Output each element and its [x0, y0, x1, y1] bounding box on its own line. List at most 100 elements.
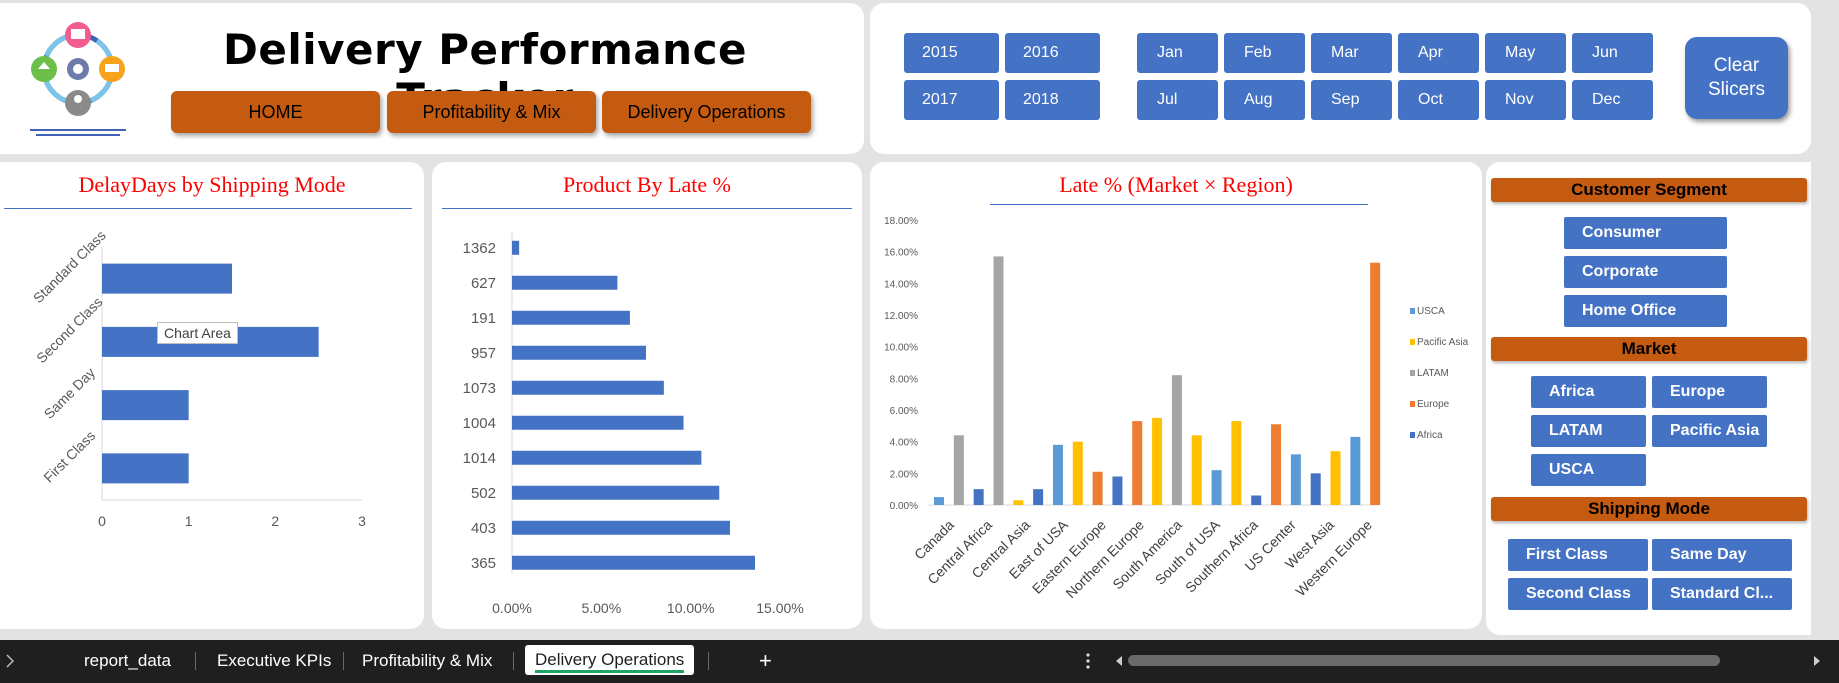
segment-corporate-button[interactable]: Corporate — [1564, 256, 1727, 288]
year-2015-button[interactable]: 2015 — [904, 33, 999, 73]
bar — [1092, 471, 1103, 505]
category-label: 1362 — [463, 240, 496, 257]
tick-label: 10.00% — [884, 343, 918, 354]
delay-days-chart: Standard ClassSecond ClassSame DayFirst … — [30, 227, 366, 529]
tick-label: 5.00% — [581, 600, 621, 616]
ship-second-class-button[interactable]: Second Class — [1508, 578, 1648, 610]
scroll-left-icon[interactable] — [1114, 655, 1124, 667]
market-pacific-asia-button[interactable]: Pacific Asia — [1652, 415, 1767, 447]
month-jan-button[interactable]: Jan — [1137, 33, 1218, 73]
title-panel: Delivery Performance Tracker HOME Profit… — [0, 3, 864, 154]
product-late-chart-card: Product By Late % 1362 627 191 957 1073 1004 1… — [432, 162, 862, 629]
bar — [953, 435, 964, 505]
tab-executive-kpis[interactable]: Executive KPIs — [217, 648, 331, 674]
market-header: Market — [1491, 337, 1807, 361]
category-label: Second Class — [33, 294, 105, 366]
tick-label: 18.00% — [884, 216, 918, 227]
segment-consumer-button[interactable]: Consumer — [1564, 217, 1727, 249]
scroll-right-icon[interactable] — [1812, 655, 1822, 667]
tab-report-data[interactable]: report_data — [84, 648, 171, 674]
add-sheet-button[interactable]: + — [759, 648, 772, 674]
month-feb-button[interactable]: Feb — [1224, 33, 1305, 73]
category-label: Same Day — [41, 364, 99, 422]
bar — [973, 489, 984, 505]
category-label: Standard Class — [30, 227, 109, 306]
clear-slicers-button[interactable]: Clear Slicers — [1685, 37, 1788, 119]
tick-label: 2 — [271, 513, 279, 529]
tab-delivery-operations[interactable]: Delivery Operations — [525, 645, 695, 675]
category-label: First Class — [40, 427, 98, 485]
tab-divider — [708, 652, 709, 670]
month-mar-button[interactable]: Mar — [1311, 33, 1392, 73]
bar — [512, 275, 618, 290]
tick-label: 15.00% — [756, 600, 803, 616]
market-europe-button[interactable]: Europe — [1652, 376, 1767, 408]
year-2017-button[interactable]: 2017 — [904, 80, 999, 120]
category-label: 365 — [471, 555, 496, 572]
tab-profitability-mix[interactable]: Profitability & Mix — [362, 648, 492, 674]
tick-label: 6.00% — [890, 406, 918, 417]
bar — [512, 310, 630, 325]
tab-divider — [195, 652, 196, 670]
bar — [1231, 421, 1242, 505]
month-sep-button[interactable]: Sep — [1311, 80, 1392, 120]
bar — [1013, 500, 1024, 505]
month-apr-button[interactable]: Apr — [1398, 33, 1479, 73]
bar — [1211, 470, 1222, 505]
late-market-region-chart-card: Late % (Market × Region) 0.00% 2.00% 4.00%… — [870, 162, 1482, 629]
market-africa-button[interactable]: Africa — [1531, 376, 1646, 408]
market-usca-button[interactable]: USCA — [1531, 454, 1646, 486]
bar — [1072, 441, 1083, 505]
horizontal-scrollbar[interactable] — [1128, 655, 1720, 666]
month-dec-button[interactable]: Dec — [1572, 80, 1653, 120]
bar — [512, 520, 730, 535]
month-nov-button[interactable]: Nov — [1485, 80, 1566, 120]
month-jul-button[interactable]: Jul — [1137, 80, 1218, 120]
chevron-right-icon[interactable] — [6, 654, 14, 668]
chart-area-tooltip: Chart Area — [157, 322, 238, 344]
legend-label: Europe — [1417, 399, 1450, 410]
ship-standard-class-button[interactable]: Standard Cl... — [1652, 578, 1792, 610]
legend-label: Africa — [1417, 430, 1443, 441]
month-aug-button[interactable]: Aug — [1224, 80, 1305, 120]
legend-label: USCA — [1417, 306, 1445, 317]
bar — [1251, 495, 1262, 505]
filter-slicer-panel: Customer Segment Consumer Corporate Home… — [1486, 162, 1811, 635]
segment-home-office-button[interactable]: Home Office — [1564, 295, 1727, 327]
home-button[interactable]: HOME — [171, 91, 380, 133]
category-label: 1004 — [463, 415, 496, 432]
bar — [1033, 489, 1044, 505]
more-options-icon[interactable] — [1086, 652, 1090, 670]
month-oct-button[interactable]: Oct — [1398, 80, 1479, 120]
legend-swatch — [1410, 432, 1415, 438]
bar — [1152, 417, 1163, 505]
bar — [1370, 262, 1381, 505]
bar — [1290, 454, 1301, 505]
month-may-button[interactable]: May — [1485, 33, 1566, 73]
tick-label: 4.00% — [890, 438, 918, 449]
bar — [102, 453, 189, 484]
customer-segment-header: Customer Segment — [1491, 178, 1807, 202]
ship-same-day-button[interactable]: Same Day — [1652, 539, 1792, 571]
year-2016-button[interactable]: 2016 — [1005, 33, 1100, 73]
category-label: 191 — [471, 310, 496, 327]
tick-label: 2.00% — [890, 469, 918, 480]
ship-first-class-button[interactable]: First Class — [1508, 539, 1648, 571]
delivery-operations-button[interactable]: Delivery Operations — [602, 91, 811, 133]
category-label: 1014 — [463, 450, 496, 467]
bar — [1052, 444, 1063, 505]
tick-label: 3 — [358, 513, 366, 529]
tick-label: 0.00% — [890, 501, 918, 512]
bar — [1350, 436, 1361, 505]
legend-label: Pacific Asia — [1417, 337, 1469, 348]
bar — [993, 256, 1004, 505]
year-2018-button[interactable]: 2018 — [1005, 80, 1100, 120]
logistics-cycle-icon — [30, 22, 126, 136]
profitability-mix-button[interactable]: Profitability & Mix — [387, 91, 596, 133]
tick-label: 0.00% — [492, 600, 532, 616]
month-jun-button[interactable]: Jun — [1572, 33, 1653, 73]
tick-label: 14.00% — [884, 279, 918, 290]
category-label: 403 — [471, 520, 496, 537]
market-latam-button[interactable]: LATAM — [1531, 415, 1646, 447]
bar — [512, 415, 684, 430]
